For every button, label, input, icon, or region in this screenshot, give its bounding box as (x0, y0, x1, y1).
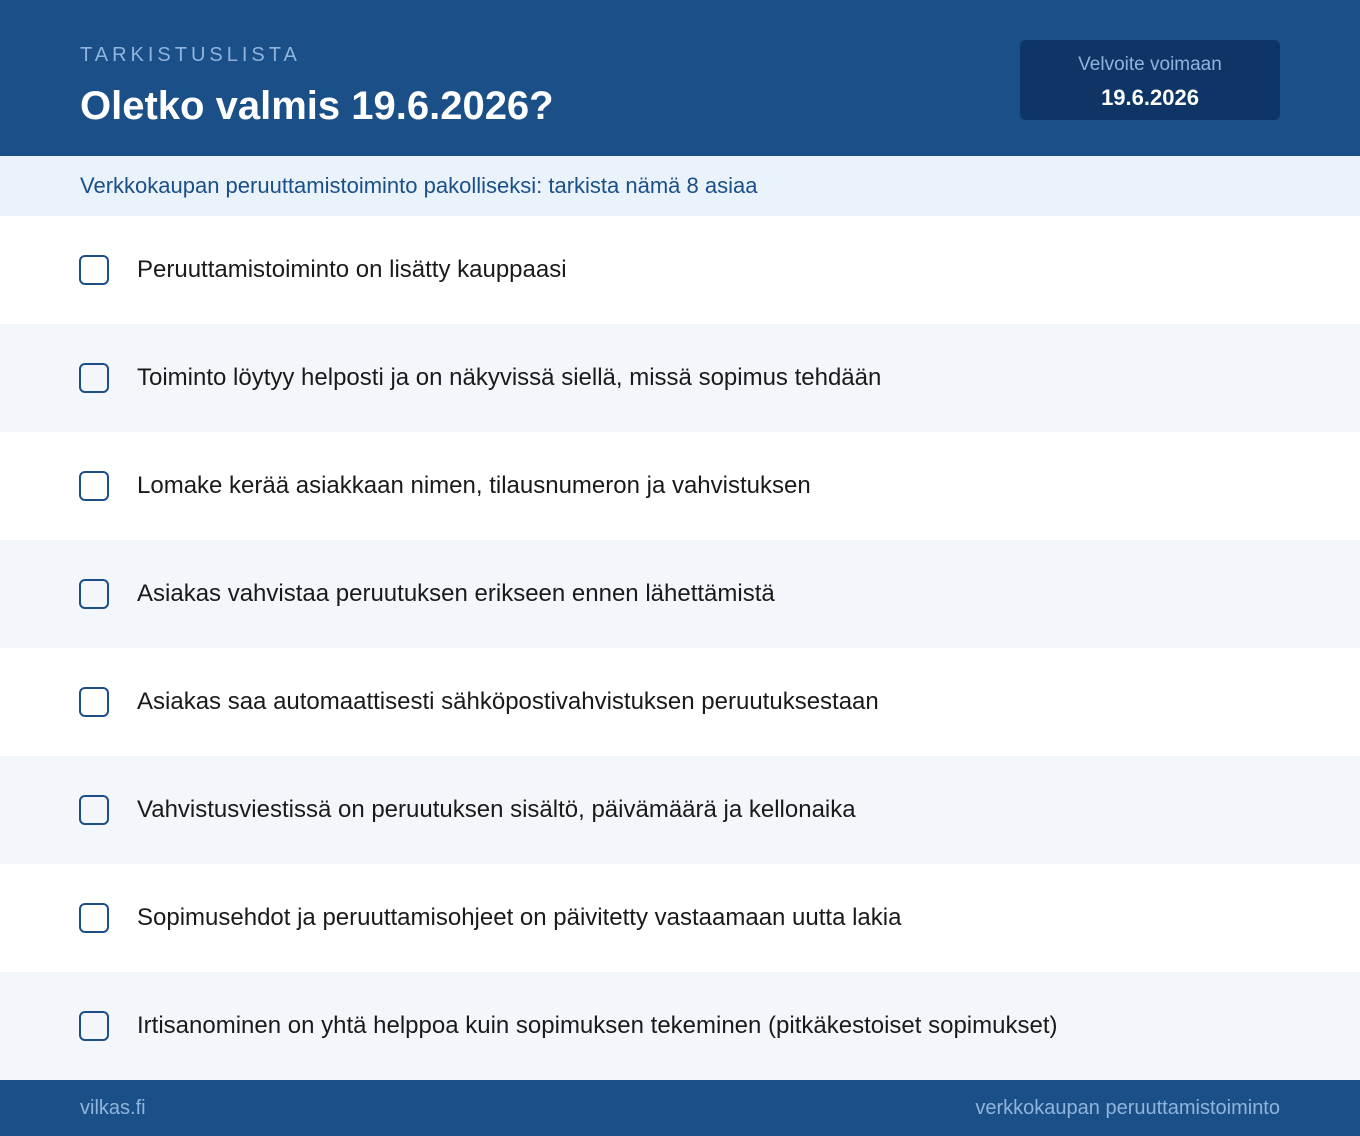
subheader: Verkkokaupan peruuttamistoiminto pakolli… (0, 156, 1360, 216)
checklist-item-5[interactable]: Asiakas saa automaattisesti sähköpostiva… (0, 648, 1360, 756)
checklist-item-6[interactable]: Vahvistusviestissä on peruutuksen sisält… (0, 756, 1360, 864)
checklist-item-label: Irtisanominen on yhtä helppoa kuin sopim… (137, 1012, 1058, 1039)
checklist-item-label: Toiminto löytyy helposti ja on näkyvissä… (137, 364, 882, 391)
checkbox[interactable] (79, 471, 109, 501)
subheader-text: Verkkokaupan peruuttamistoiminto pakolli… (80, 173, 758, 198)
checklist-item-7[interactable]: Sopimusehdot ja peruuttamisohjeet on päi… (0, 864, 1360, 972)
checklist-item-4[interactable]: Asiakas vahvistaa peruutuksen erikseen e… (0, 540, 1360, 648)
footer: vilkas.fi verkkokaupan peruuttamistoimin… (0, 1080, 1360, 1136)
checklist-item-8[interactable]: Irtisanominen on yhtä helppoa kuin sopim… (0, 972, 1360, 1080)
checkbox[interactable] (79, 363, 109, 393)
checklist-item-label: Asiakas saa automaattisesti sähköpostiva… (137, 688, 879, 715)
checklist-item-1[interactable]: Peruuttamistoiminto on lisätty kauppaasi (0, 216, 1360, 324)
checklist-item-2[interactable]: Toiminto löytyy helposti ja on näkyvissä… (0, 324, 1360, 432)
header: TARKISTUSLISTA Oletko valmis 19.6.2026? … (0, 0, 1360, 156)
deadline-label: Velvoite voimaan (1078, 54, 1222, 75)
checklist-item-3[interactable]: Lomake kerää asiakkaan nimen, tilausnume… (0, 432, 1360, 540)
checkbox[interactable] (79, 903, 109, 933)
footer-site-name: vilkas.fi (80, 1096, 146, 1119)
deadline-badge: Velvoite voimaan 19.6.2026 (1020, 40, 1280, 120)
checkbox[interactable] (79, 579, 109, 609)
checkbox[interactable] (79, 795, 109, 825)
checklist-item-label: Peruuttamistoiminto on lisätty kauppaasi (137, 256, 567, 283)
footer-tagline: verkkokaupan peruuttamistoiminto (975, 1096, 1280, 1119)
checkbox[interactable] (79, 687, 109, 717)
eyebrow-label: TARKISTUSLISTA (80, 44, 301, 66)
checkbox[interactable] (79, 1011, 109, 1041)
checklist-item-label: Lomake kerää asiakkaan nimen, tilausnume… (137, 472, 811, 499)
checklist: Peruuttamistoiminto on lisätty kauppaasi… (0, 216, 1360, 1080)
deadline-date: 19.6.2026 (1101, 85, 1199, 110)
page-title: Oletko valmis 19.6.2026? (80, 84, 554, 128)
checklist-item-label: Vahvistusviestissä on peruutuksen sisält… (137, 796, 856, 823)
checklist-item-label: Sopimusehdot ja peruuttamisohjeet on päi… (137, 904, 902, 931)
checklist-item-label: Asiakas vahvistaa peruutuksen erikseen e… (137, 580, 775, 607)
checkbox[interactable] (79, 255, 109, 285)
